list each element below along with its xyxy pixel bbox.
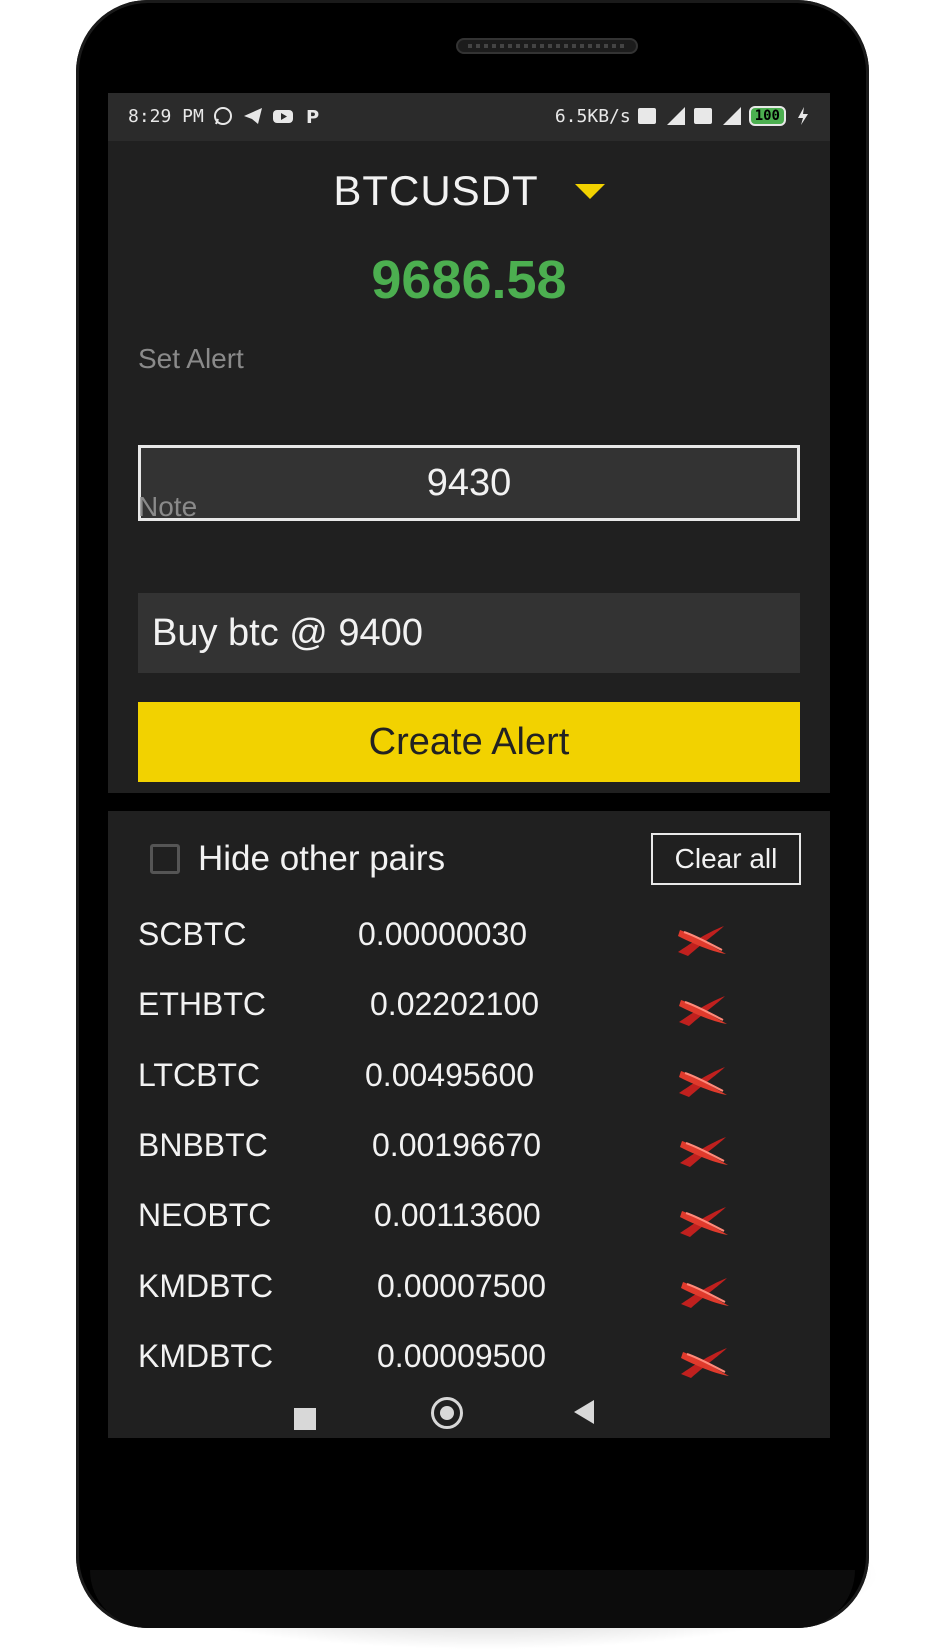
delete-alert-icon[interactable] — [676, 1203, 732, 1241]
dropdown-caret-icon[interactable] — [574, 183, 605, 199]
alert-row: BNBBTC 0.00196670 — [108, 1117, 830, 1177]
signal-icon — [666, 107, 685, 125]
alert-symbol: LTCBTC — [138, 1056, 261, 1093]
alert-form-panel: BTCUSDT 9686.58 Set Alert 9430 Note Buy … — [108, 141, 830, 793]
alert-symbol: ETHBTC — [138, 986, 266, 1023]
pair-selector[interactable]: BTCUSDT — [108, 161, 830, 221]
svg-text:P: P — [306, 107, 319, 127]
recents-icon[interactable] — [294, 1408, 316, 1430]
alert-value: 0.00007500 — [377, 1267, 547, 1304]
signal-4g-icon — [722, 107, 741, 125]
alert-symbol: NEOBTC — [138, 1197, 272, 1234]
net-speed: 6.5KB/s — [554, 105, 631, 127]
delete-alert-icon[interactable] — [674, 922, 730, 960]
speaker-grille — [456, 38, 638, 54]
set-alert-label: Set Alert — [138, 343, 244, 374]
delete-alert-icon[interactable] — [675, 992, 731, 1030]
alert-value: 0.00196670 — [372, 1126, 542, 1163]
alert-row: SCBTC 0.00000030 — [108, 906, 830, 966]
alert-row: LTCBTC 0.00495600 — [108, 1047, 830, 1107]
alert-row: ETHBTC 0.02202100 — [108, 976, 830, 1036]
status-bar: 8:29 PM P 6.5KB/s 100 — [108, 93, 830, 141]
hide-other-pairs-checkbox[interactable] — [150, 844, 180, 874]
battery-icon: 100 — [748, 106, 786, 126]
delete-alert-icon[interactable] — [676, 1133, 732, 1171]
alert-value: 0.00495600 — [365, 1056, 535, 1093]
alert-symbol: BNBBTC — [138, 1126, 268, 1163]
note-input[interactable]: Buy btc @ 9400 — [138, 593, 800, 673]
alerts-list-panel: Hide other pairs Clear all SCBTC 0.000000… — [108, 811, 830, 1438]
alert-symbol: KMDBTC — [138, 1267, 274, 1304]
alert-value: 0.00000030 — [358, 916, 528, 952]
alert-value: 0.02202100 — [370, 986, 540, 1023]
alert-symbol: SCBTC — [138, 916, 247, 952]
note-label: Note — [138, 491, 198, 522]
paytm-icon: P — [306, 107, 319, 127]
pair-name: BTCUSDT — [333, 167, 539, 214]
screen: 8:29 PM P 6.5KB/s 100 BTCUSDT 9686.58 Se… — [108, 93, 830, 1438]
hide-other-pairs-label: Hide other pairs — [198, 839, 446, 878]
whatsapp-icon — [213, 107, 232, 125]
volte-icon-2 — [693, 108, 712, 124]
clear-all-button[interactable]: Clear all — [651, 833, 801, 885]
hide-other-pairs-toggle[interactable]: Hide other pairs — [150, 839, 445, 879]
youtube-icon — [272, 110, 293, 123]
home-icon[interactable] — [431, 1397, 463, 1429]
charging-icon — [798, 107, 808, 125]
alert-value: 0.00009500 — [377, 1337, 547, 1374]
delete-alert-icon[interactable] — [677, 1344, 733, 1382]
alert-value: 0.00113600 — [374, 1197, 541, 1234]
create-alert-button[interactable]: Create Alert — [138, 702, 800, 782]
alert-symbol: KMDBTC — [138, 1337, 274, 1374]
alert-price-input[interactable]: 9430 — [138, 445, 800, 521]
alert-row: KMDBTC 0.00007500 — [108, 1258, 830, 1318]
current-price: 9686.58 — [371, 250, 567, 310]
status-time: 8:29 PM — [128, 105, 204, 127]
alert-row: KMDBTC 0.00009500 — [108, 1328, 830, 1388]
telegram-icon — [243, 108, 262, 124]
delete-alert-icon[interactable] — [675, 1063, 731, 1101]
back-icon[interactable] — [574, 1400, 594, 1424]
phone-chin — [90, 1570, 855, 1628]
volte-icon — [637, 108, 656, 124]
alert-row: NEOBTC 0.00113600 — [108, 1187, 830, 1247]
delete-alert-icon[interactable] — [677, 1274, 733, 1312]
